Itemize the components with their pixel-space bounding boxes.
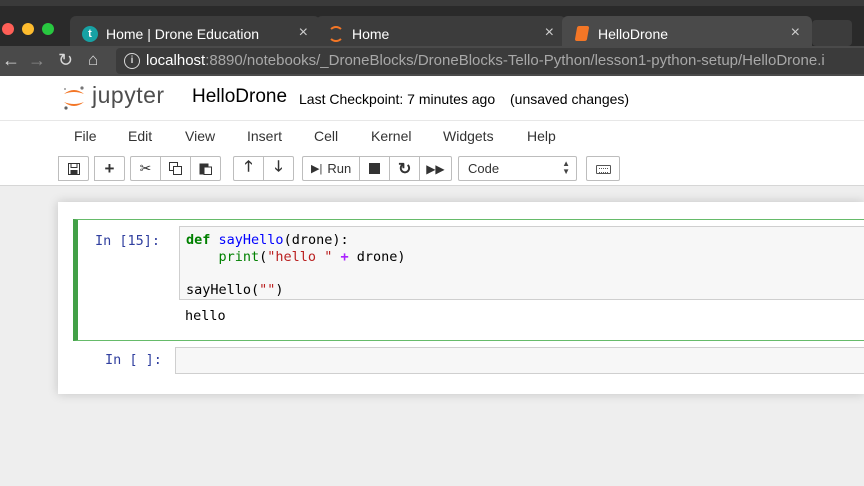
url-host: localhost xyxy=(146,52,206,69)
restart-icon: ↻ xyxy=(397,160,412,178)
close-tab-icon[interactable]: × xyxy=(545,24,554,42)
move-up-button[interactable]: 🡑 xyxy=(233,156,264,181)
jupyter-header: jupyter HelloDrone Last Checkpoint: 7 mi… xyxy=(0,76,864,186)
restart-run-all-button[interactable]: ▶▶ xyxy=(419,156,452,181)
paste-button[interactable] xyxy=(190,156,221,181)
code-editor[interactable]: def sayHello(drone): print("hello " + dr… xyxy=(179,226,864,300)
input-prompt: In [15]: xyxy=(95,233,161,249)
jupyter-favicon-icon xyxy=(328,26,344,42)
url-path: :8890/notebooks/_DroneBlocks/DroneBlocks… xyxy=(205,52,825,69)
scissors-icon: ✂ xyxy=(139,160,152,176)
url-text: localhost:8890/notebooks/_DroneBlocks/Dr… xyxy=(146,52,825,69)
jupyter-logo-icon[interactable] xyxy=(62,85,86,111)
close-window-button[interactable] xyxy=(2,23,14,35)
stop-icon xyxy=(369,163,381,174)
menu-kernel[interactable]: Kernel xyxy=(371,128,411,144)
close-tab-icon[interactable]: × xyxy=(791,24,800,42)
output-text: hello xyxy=(185,308,226,324)
close-tab-icon[interactable]: × xyxy=(299,24,308,42)
menu-cell[interactable]: Cell xyxy=(314,128,338,144)
run-group: ▶| Run ↻ ▶▶ xyxy=(302,156,452,181)
step-forward-icon: ▶| xyxy=(311,163,323,175)
run-label: Run xyxy=(327,161,352,176)
command-palette-button[interactable] xyxy=(586,156,620,181)
arrow-up-icon: 🡑 xyxy=(244,158,253,175)
plus-icon: + xyxy=(104,158,115,178)
jupyter-logo-text[interactable]: jupyter xyxy=(92,82,165,109)
edit-group: ✂ xyxy=(130,156,221,181)
paste-icon xyxy=(199,163,212,175)
cut-button[interactable]: ✂ xyxy=(130,156,161,181)
zoom-window-button[interactable] xyxy=(42,23,54,35)
move-group: 🡑 🡓 xyxy=(233,156,294,181)
interrupt-kernel-button[interactable] xyxy=(359,156,391,181)
cell-type-select[interactable]: Code ▲ ▼ xyxy=(458,156,577,181)
select-arrows-icon: ▲ ▼ xyxy=(562,159,570,176)
minimize-window-button[interactable] xyxy=(22,23,34,35)
arrow-down-icon: 🡓 xyxy=(274,158,283,175)
menu-file[interactable]: File xyxy=(74,128,97,144)
menu-help[interactable]: Help xyxy=(527,128,556,144)
insert-group: + xyxy=(94,156,125,181)
menu-divider xyxy=(0,120,864,121)
tab-title: HelloDrone xyxy=(598,26,669,42)
save-icon xyxy=(67,162,80,175)
insert-cell-button[interactable]: + xyxy=(94,156,125,181)
notebook-container: In [15]: def sayHello(drone): print("hel… xyxy=(58,202,864,394)
forward-icon[interactable]: → xyxy=(28,50,46,71)
url-input[interactable]: i localhost:8890/notebooks/_DroneBlocks/… xyxy=(116,48,864,74)
code-editor-empty[interactable] xyxy=(175,347,864,374)
home-icon[interactable]: ⌂ xyxy=(88,50,98,70)
code-text: def sayHello(drone): print("hello " + dr… xyxy=(186,232,406,298)
reload-icon[interactable]: ↻ xyxy=(58,50,73,71)
back-icon[interactable]: ← xyxy=(2,50,20,71)
menu-insert[interactable]: Insert xyxy=(247,128,282,144)
restart-kernel-button[interactable]: ↻ xyxy=(389,156,421,181)
tab-title: Home | Drone Education xyxy=(106,26,260,42)
fast-forward-icon: ▶▶ xyxy=(426,161,445,176)
cell-type-value: Code xyxy=(468,161,500,176)
menu-edit[interactable]: Edit xyxy=(128,128,152,144)
copy-icon xyxy=(169,162,182,175)
menu-widgets[interactable]: Widgets xyxy=(443,128,494,144)
tab-favicon-icon: t xyxy=(82,26,98,42)
tab-bar: t Home | Drone Education × Home × HelloD… xyxy=(0,6,864,52)
tab-title: Home xyxy=(352,26,390,42)
code-cell-selected[interactable]: In [15]: def sayHello(drone): print("hel… xyxy=(73,219,864,341)
save-button[interactable] xyxy=(58,156,89,181)
run-button[interactable]: ▶| Run xyxy=(302,156,361,181)
address-bar: ← → ↻ ⌂ i localhost:8890/notebooks/_Dron… xyxy=(0,46,864,76)
notebook-favicon-icon xyxy=(574,26,590,41)
info-icon[interactable]: i xyxy=(124,53,140,69)
new-tab-button[interactable] xyxy=(812,20,852,46)
move-down-button[interactable]: 🡓 xyxy=(263,156,294,181)
autosave-status: (unsaved changes) xyxy=(510,91,630,107)
keyboard-icon xyxy=(596,165,611,174)
copy-button[interactable] xyxy=(160,156,191,181)
notebook-name[interactable]: HelloDrone xyxy=(192,86,287,108)
checkpoint-status: Last Checkpoint: 7 minutes ago xyxy=(299,91,496,107)
menu-view[interactable]: View xyxy=(185,128,215,144)
input-prompt: In [ ]: xyxy=(105,352,162,368)
save-group xyxy=(58,156,89,181)
